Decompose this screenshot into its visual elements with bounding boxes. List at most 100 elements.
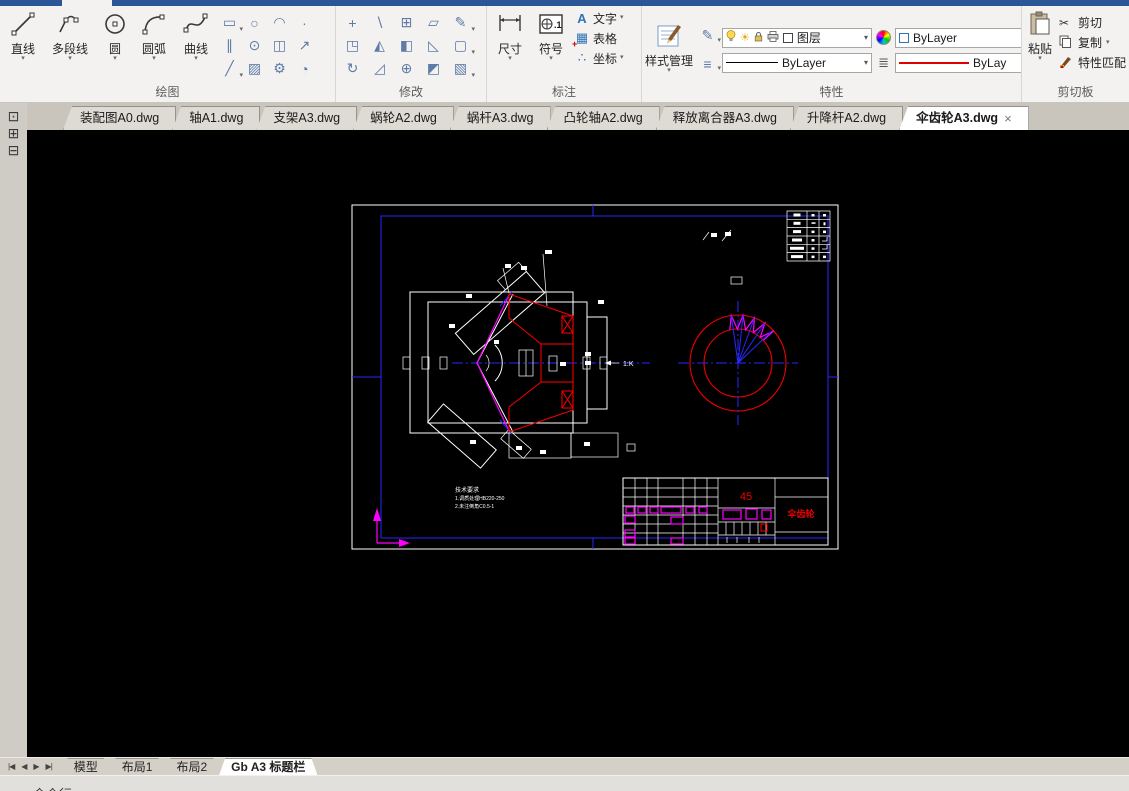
spline-button[interactable]: 曲线 xyxy=(175,8,217,62)
scale-icon[interactable]: ⊕ xyxy=(393,57,420,80)
coordinate-button[interactable]: ∴ 坐标 xyxy=(574,48,624,68)
polyline-button[interactable]: 多段线 xyxy=(43,8,97,62)
cut-button[interactable]: ✂ 剪切 xyxy=(1059,14,1126,31)
layout-tabs: 模型布局1布局2Gb A3 标题栏 xyxy=(62,758,318,775)
doc-tab[interactable]: 升降杆A2.dwg xyxy=(790,106,903,130)
hatch-icon[interactable]: ▨ xyxy=(242,57,267,80)
arc-button[interactable]: 圆弧 xyxy=(133,8,175,62)
doc-tab[interactable]: 支架A3.dwg xyxy=(256,106,357,130)
erase-icon[interactable]: ▢ xyxy=(447,34,474,57)
doc-tab[interactable]: 蜗轮A2.dwg xyxy=(353,106,454,130)
panel-label-clipboard: 剪切板 xyxy=(1025,85,1126,102)
doc-tab-label: 伞齿轮A3.dwg xyxy=(916,107,998,130)
point-icon[interactable]: · xyxy=(292,11,317,34)
chevron-down-icon[interactable]: ▾ xyxy=(861,33,868,42)
match-properties-button[interactable]: 特性匹配 xyxy=(1059,54,1126,71)
svg-text:.1: .1 xyxy=(554,20,562,30)
construction-line-icon[interactable]: ╱ xyxy=(217,57,242,80)
arc-segment-icon[interactable]: ◠ xyxy=(267,11,292,34)
text-icon: A xyxy=(574,11,590,26)
ellipse-icon[interactable]: ○ xyxy=(242,11,267,34)
previous-layout-icon[interactable]: ◀ xyxy=(21,762,26,771)
ribbon: 直线 多段线 圆 圆弧 xyxy=(0,0,1129,103)
hatch-edit-icon[interactable]: ▧ xyxy=(447,57,474,80)
table-icon: ▦ xyxy=(574,30,590,46)
fillet-icon[interactable]: ◺ xyxy=(420,34,447,57)
move-icon[interactable]: + xyxy=(339,11,366,34)
close-tab-icon[interactable]: × xyxy=(1004,107,1012,130)
next-layout-icon[interactable]: ▶ xyxy=(33,762,38,771)
layout-tab[interactable]: 模型 xyxy=(62,758,110,775)
rotate-icon[interactable]: ↻ xyxy=(339,57,366,80)
layout-tab[interactable]: 布局2 xyxy=(164,758,219,775)
line-button[interactable]: 直线 xyxy=(3,8,43,62)
circle-button[interactable]: 圆 xyxy=(97,8,133,62)
explode-icon[interactable]: ◩ xyxy=(420,57,447,80)
first-layout-icon[interactable]: |◀ xyxy=(8,762,14,771)
panel-modify: +∖⊞▱✎◳◭◧◺▢↻◿⊕◩▧ 修改 xyxy=(336,6,487,102)
lineweight-sample xyxy=(899,62,969,64)
edit-polyline-icon[interactable]: ✎ xyxy=(447,11,474,34)
table-button[interactable]: ▦ 表格 xyxy=(574,28,624,48)
panel-clipboard: 粘贴 ✂ 剪切 复制 特性匹配 xyxy=(1022,6,1129,102)
chevron-down-icon[interactable]: ▾ xyxy=(861,58,868,67)
match-properties-icon[interactable]: ✎ xyxy=(695,27,720,45)
copy-icon[interactable]: ◳ xyxy=(339,34,366,57)
drawing-viewport[interactable]: 1:K xyxy=(27,130,1129,757)
gear-icon[interactable]: ⚙ xyxy=(267,57,292,80)
solid-block-icon[interactable]: ◫ xyxy=(267,34,292,57)
panel-label-annotate: 标注 xyxy=(490,85,638,102)
rectangle-icon[interactable]: ▭ xyxy=(217,11,242,34)
offset-icon[interactable]: ◧ xyxy=(393,34,420,57)
layout-tab[interactable]: Gb A3 标题栏 xyxy=(219,758,317,775)
dimension-button[interactable]: 尺寸 xyxy=(490,8,530,62)
color-dropdown[interactable]: ByLayer ▾ xyxy=(895,28,1022,48)
page-icon[interactable]: ⊡ xyxy=(8,109,20,123)
doc-tab[interactable]: 伞齿轮A3.dwg × xyxy=(899,106,1029,130)
doc-tab[interactable]: 释放离合器A3.dwg xyxy=(656,106,794,130)
doc-tab[interactable]: 轴A1.dwg xyxy=(172,106,260,130)
layer-printer-icon xyxy=(767,31,779,45)
copy-button[interactable]: 复制 xyxy=(1059,34,1126,51)
section-view: 1:K xyxy=(403,250,650,468)
doc-tab[interactable]: 凸轮轴A2.dwg xyxy=(547,106,660,130)
linetype-dropdown[interactable]: ByLayer ▾ xyxy=(722,53,872,73)
doc-tab-label: 装配图A0.dwg xyxy=(80,107,159,130)
array-icon[interactable]: ⊞ xyxy=(393,11,420,34)
grid-icon[interactable]: ⊞ xyxy=(8,126,20,140)
doc-tab-label: 支架A3.dwg xyxy=(273,107,340,130)
command-line-bar[interactable]: 命令行 xyxy=(0,775,1129,791)
application-window: 直线 多段线 圆 圆弧 xyxy=(0,0,1129,791)
layout-tab[interactable]: 布局1 xyxy=(110,758,165,775)
pointer-icon[interactable]: ↗ xyxy=(292,34,317,57)
style-manager-button[interactable]: 样式管理 xyxy=(645,20,693,74)
doc-tab[interactable]: 装配图A0.dwg xyxy=(63,106,176,130)
layer-bulb-icon xyxy=(726,30,736,45)
doc-tab-label: 凸轮轴A2.dwg xyxy=(564,107,643,130)
lineweight-dropdown[interactable]: ByLay ▾ xyxy=(895,53,1022,73)
mirror-icon[interactable]: ◭ xyxy=(366,34,393,57)
svg-text:1.调质处理HB220-250: 1.调质处理HB220-250 xyxy=(455,495,505,502)
parallel-lines-icon[interactable]: ∥ xyxy=(217,34,242,57)
layout-bar: |◀ ◀ ▶ ▶| 模型布局1布局2Gb A3 标题栏 xyxy=(0,757,1129,775)
chamfer-icon[interactable]: ◿ xyxy=(366,57,393,80)
layer-dropdown[interactable]: ☀ 图层 ▾ xyxy=(722,28,872,48)
text-button[interactable]: A 文字 xyxy=(574,8,624,28)
trim-icon[interactable]: ∖ xyxy=(366,11,393,34)
paste-button[interactable]: 粘贴 xyxy=(1025,8,1055,62)
region-icon[interactable]: ⊙ xyxy=(242,34,267,57)
list-icon[interactable]: ⊟ xyxy=(8,143,20,157)
last-layout-icon[interactable]: ▶| xyxy=(46,762,52,771)
parameter-table xyxy=(787,211,830,261)
active-ribbon-tab-edge xyxy=(62,0,112,6)
detail-label: 1:K xyxy=(623,361,634,368)
panel-draw: 直线 多段线 圆 圆弧 xyxy=(0,6,336,102)
panel-label-properties: 特性 xyxy=(645,85,1018,102)
list-icon[interactable]: ≡ xyxy=(695,55,720,73)
lineweight-icon: ≣ xyxy=(876,55,891,71)
symbol-button[interactable]: .1 符号 xyxy=(530,8,572,62)
color-wheel-icon[interactable] xyxy=(876,30,891,45)
wipeout-icon[interactable]: ◔ xyxy=(292,57,317,80)
stretch-icon[interactable]: ▱ xyxy=(420,11,447,34)
doc-tab[interactable]: 蜗杆A3.dwg xyxy=(450,106,551,130)
